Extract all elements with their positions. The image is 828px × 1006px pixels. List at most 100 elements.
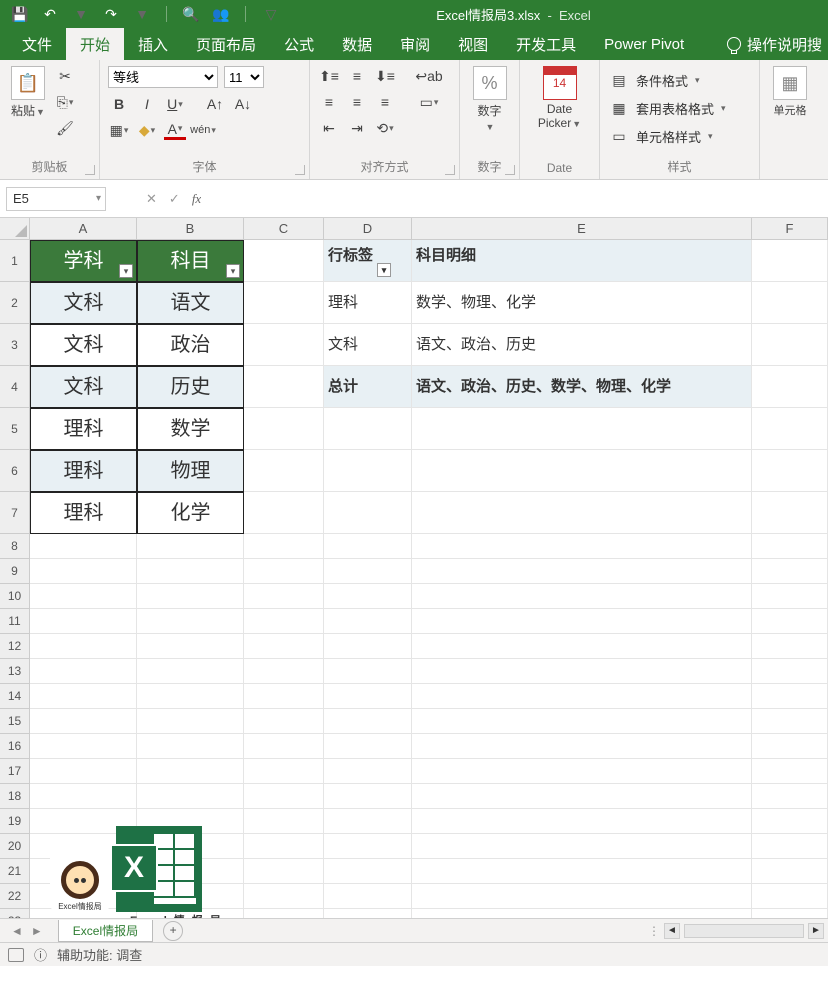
cell[interactable] bbox=[324, 534, 412, 559]
cell[interactable] bbox=[137, 609, 244, 634]
cell[interactable] bbox=[324, 809, 412, 834]
col-F[interactable]: F bbox=[752, 218, 828, 239]
row-header[interactable]: 9 bbox=[0, 559, 30, 584]
cell[interactable]: 理科 bbox=[324, 282, 412, 324]
cell[interactable] bbox=[324, 584, 412, 609]
align-top-icon[interactable]: ⬆≡ bbox=[318, 66, 340, 86]
cell[interactable] bbox=[324, 784, 412, 809]
redo-dropdown-icon[interactable]: ▼ bbox=[134, 6, 150, 22]
row-header[interactable]: 15 bbox=[0, 709, 30, 734]
dialog-launcher-icon[interactable] bbox=[295, 165, 305, 175]
tab-formulas[interactable]: 公式 bbox=[270, 28, 328, 60]
cell[interactable] bbox=[752, 659, 828, 684]
cell[interactable] bbox=[324, 834, 412, 859]
cell[interactable]: 语文、政治、历史、数学、物理、化学 bbox=[412, 366, 752, 408]
cell[interactable]: 数学 bbox=[137, 408, 244, 450]
cell[interactable] bbox=[137, 534, 244, 559]
hscroll-right-icon[interactable]: ► bbox=[808, 923, 824, 939]
cell[interactable] bbox=[137, 684, 244, 709]
orientation-icon[interactable]: ⟲▾ bbox=[374, 118, 396, 138]
cell[interactable] bbox=[244, 759, 324, 784]
tab-view[interactable]: 视图 bbox=[444, 28, 502, 60]
col-A[interactable]: A bbox=[30, 218, 137, 239]
cell[interactable]: 文科 bbox=[30, 324, 137, 366]
cell[interactable] bbox=[412, 450, 752, 492]
cell[interactable] bbox=[752, 634, 828, 659]
cell[interactable] bbox=[324, 634, 412, 659]
hscroll-track[interactable] bbox=[684, 924, 804, 938]
cell[interactable] bbox=[412, 759, 752, 784]
cell[interactable] bbox=[412, 534, 752, 559]
align-middle-icon[interactable]: ≡ bbox=[346, 66, 368, 86]
cells-button[interactable]: ▦ 单元格 bbox=[770, 66, 810, 118]
row-header[interactable]: 23 bbox=[0, 909, 30, 918]
format-as-table-button[interactable]: ▦套用表格格式▾ bbox=[608, 98, 726, 118]
cell[interactable] bbox=[244, 909, 324, 918]
align-right-icon[interactable]: ≡ bbox=[374, 92, 396, 112]
cell[interactable]: 总计 bbox=[324, 366, 412, 408]
cell[interactable]: 文科 bbox=[324, 324, 412, 366]
cell[interactable] bbox=[244, 492, 324, 534]
cell[interactable]: 科目▾ bbox=[137, 240, 244, 282]
cell[interactable] bbox=[137, 634, 244, 659]
cell-styles-button[interactable]: ▭单元格样式▾ bbox=[608, 126, 713, 146]
date-picker-button[interactable]: 14 Date Picker▼ bbox=[530, 66, 590, 130]
formula-input[interactable] bbox=[201, 187, 828, 211]
row-header[interactable]: 13 bbox=[0, 659, 30, 684]
add-sheet-button[interactable]: + bbox=[163, 921, 183, 941]
cell[interactable] bbox=[412, 492, 752, 534]
grow-font-icon[interactable]: A↑ bbox=[204, 94, 226, 114]
cell[interactable] bbox=[244, 634, 324, 659]
merge-icon[interactable]: ▭▾ bbox=[418, 92, 440, 112]
fx-icon[interactable]: fx bbox=[192, 191, 201, 207]
cell[interactable] bbox=[137, 759, 244, 784]
cell[interactable] bbox=[30, 659, 137, 684]
cell[interactable]: 行标签▾ bbox=[324, 240, 412, 282]
cell[interactable] bbox=[752, 366, 828, 408]
number-format-button[interactable]: % 数字▼ bbox=[470, 66, 510, 133]
cell[interactable] bbox=[752, 559, 828, 584]
cell[interactable] bbox=[244, 884, 324, 909]
cell[interactable] bbox=[137, 584, 244, 609]
cell[interactable] bbox=[324, 684, 412, 709]
row-header[interactable]: 8 bbox=[0, 534, 30, 559]
paste-button[interactable]: 📋 粘贴▼ bbox=[8, 66, 48, 119]
cell[interactable] bbox=[412, 884, 752, 909]
cell[interactable] bbox=[412, 659, 752, 684]
cell[interactable] bbox=[137, 659, 244, 684]
cell[interactable] bbox=[412, 559, 752, 584]
borders-icon[interactable]: ▦▾ bbox=[108, 120, 130, 140]
cell[interactable]: 化学 bbox=[137, 492, 244, 534]
cell[interactable]: 文科 bbox=[30, 282, 137, 324]
cell[interactable] bbox=[412, 634, 752, 659]
row-header[interactable]: 17 bbox=[0, 759, 30, 784]
cell[interactable]: 文科 bbox=[30, 366, 137, 408]
tab-developer[interactable]: 开发工具 bbox=[502, 28, 590, 60]
row-header[interactable]: 21 bbox=[0, 859, 30, 884]
row-header[interactable]: 4 bbox=[0, 366, 30, 408]
touch-mode-icon[interactable]: 🔍 bbox=[183, 6, 199, 22]
cell[interactable] bbox=[752, 324, 828, 366]
row-header[interactable]: 20 bbox=[0, 834, 30, 859]
sheet-tab[interactable]: Excel情报局 bbox=[58, 920, 153, 942]
wrap-text-icon[interactable]: ↩ab bbox=[418, 66, 440, 86]
redo-icon[interactable]: ↷ bbox=[103, 6, 119, 22]
cell[interactable] bbox=[752, 684, 828, 709]
cell[interactable] bbox=[244, 450, 324, 492]
font-name-select[interactable]: 等线 bbox=[108, 66, 218, 88]
cell[interactable] bbox=[412, 709, 752, 734]
cell[interactable] bbox=[137, 734, 244, 759]
cell[interactable] bbox=[244, 282, 324, 324]
select-all-corner[interactable] bbox=[0, 218, 30, 239]
cell[interactable] bbox=[752, 834, 828, 859]
row-header[interactable]: 3 bbox=[0, 324, 30, 366]
dialog-launcher-icon[interactable] bbox=[445, 165, 455, 175]
pivot-filter-icon[interactable]: ▾ bbox=[377, 263, 391, 277]
cell[interactable] bbox=[244, 609, 324, 634]
dialog-launcher-icon[interactable] bbox=[85, 165, 95, 175]
cell[interactable] bbox=[30, 784, 137, 809]
cell[interactable] bbox=[324, 659, 412, 684]
cell[interactable] bbox=[752, 609, 828, 634]
cell[interactable] bbox=[752, 450, 828, 492]
cell[interactable] bbox=[244, 559, 324, 584]
